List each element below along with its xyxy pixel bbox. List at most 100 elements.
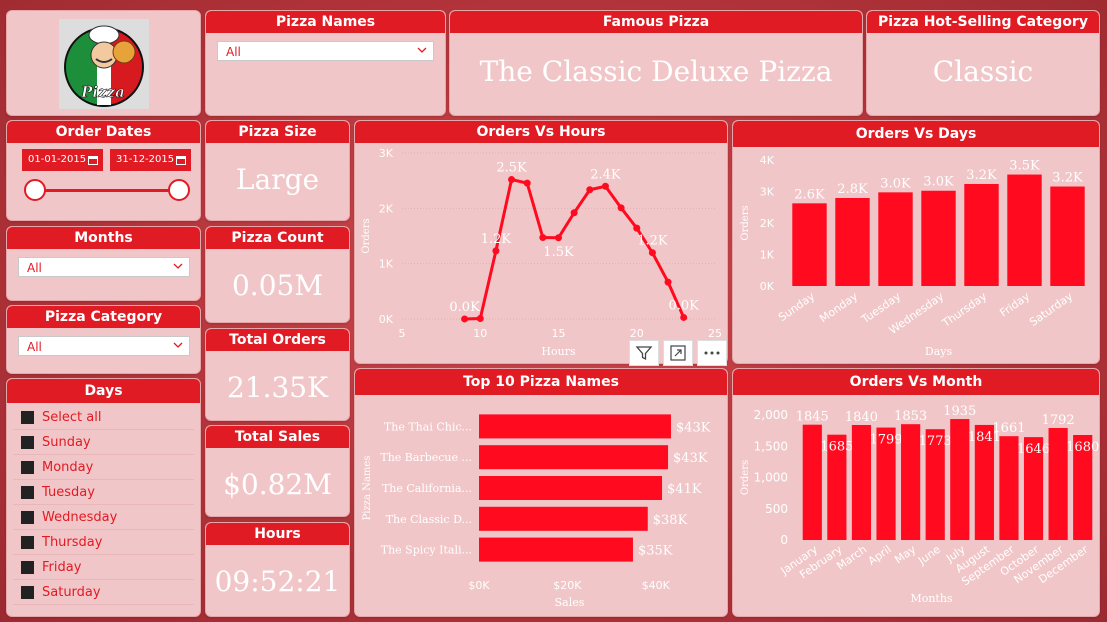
top-pizza-names-title: Top 10 Pizza Names: [355, 369, 727, 395]
data-point: [633, 224, 641, 232]
y-tick-label: 0K: [379, 313, 394, 326]
x-tick-label: May: [892, 543, 918, 567]
days-title: Days: [7, 379, 200, 403]
hot-category-title: Pizza Hot-Selling Category: [867, 11, 1099, 33]
data-point: [508, 176, 516, 184]
y-axis-title: Pizza Names: [362, 456, 373, 521]
data-point: [601, 182, 609, 190]
hours-card: Hours 09:52:21: [205, 522, 350, 617]
data-label: 1.2K: [637, 234, 668, 249]
filter-button[interactable]: [629, 340, 659, 366]
bar: [878, 192, 913, 286]
total-orders-title: Total Orders: [206, 329, 349, 351]
data-label: 1685: [820, 440, 853, 455]
x-tick-label: April: [866, 543, 894, 568]
data-label: 2.5K: [496, 161, 527, 176]
pizza-logo: Pizza: [59, 19, 149, 109]
bar: [479, 475, 663, 501]
data-label: 1661: [992, 421, 1025, 436]
date-range-start-handle[interactable]: [24, 179, 46, 201]
pizza-category-dropdown[interactable]: All: [18, 336, 190, 356]
end-date-input[interactable]: 31-12-2015: [110, 149, 191, 171]
x-tick-label: 10: [473, 327, 487, 340]
y-tick-label: 2K: [379, 202, 394, 215]
bar: [1050, 186, 1085, 286]
focus-mode-button[interactable]: [663, 340, 693, 366]
data-label: 1.5K: [543, 245, 574, 260]
bar: [835, 197, 870, 286]
pizza-count-value: 0.05M: [231, 269, 323, 302]
x-tick-label: Thursday: [939, 290, 990, 331]
x-tick-label: $40K: [642, 579, 671, 592]
days-option-saturday[interactable]: Saturday: [13, 580, 194, 605]
logo-text: Pizza: [80, 83, 125, 101]
x-tick-label: 25: [708, 327, 722, 340]
checkbox-icon: [21, 535, 34, 549]
data-label: 1845: [796, 410, 829, 425]
days-option-friday[interactable]: Friday: [13, 555, 194, 580]
data-point: [461, 315, 469, 323]
data-label: $43K: [676, 420, 711, 435]
order-dates-title: Order Dates: [7, 121, 200, 143]
data-point: [555, 234, 562, 242]
checkbox-icon: [21, 410, 34, 424]
total-sales-title: Total Sales: [206, 426, 349, 448]
months-dropdown[interactable]: All: [18, 257, 190, 277]
x-tick-label: $0K: [468, 579, 490, 592]
days-option-monday[interactable]: Monday: [13, 455, 194, 480]
more-options-icon: [704, 351, 720, 355]
days-option-wednesday[interactable]: Wednesday: [13, 505, 194, 530]
orders-vs-hours-chart: 0K 1K 2K 3K 5 10 15 20 25 Hours Orders 0.0K 1.2K 2.5K…: [361, 147, 722, 358]
y-tick-label: The Spicy Itali...: [381, 544, 472, 557]
pizza-count-title: Pizza Count: [206, 227, 349, 249]
checkbox-icon: [21, 585, 34, 599]
data-label: 1799: [869, 433, 902, 448]
days-option-thursday[interactable]: Thursday: [13, 530, 194, 555]
data-label: 3.0K: [880, 176, 911, 191]
bar: [964, 183, 999, 286]
y-tick-label: The Thai Chic...: [384, 420, 472, 433]
days-option-sunday[interactable]: Sunday: [13, 430, 194, 455]
bar: [921, 190, 956, 286]
date-range-end-handle[interactable]: [168, 179, 190, 201]
x-tick-label: Monday: [817, 290, 860, 326]
x-tick-label: June: [915, 543, 943, 568]
checkbox-icon: [21, 510, 34, 524]
y-tick-label: 2K: [760, 217, 775, 230]
months-title: Months: [7, 227, 200, 249]
days-option-label: Saturday: [42, 584, 101, 600]
days-option-label: Select all: [42, 409, 102, 425]
orders-vs-hours-card[interactable]: Orders Vs Hours 0K 1K 2K 3K 5 10 15 20 25 Hours Or…: [354, 120, 728, 364]
famous-pizza-title: Famous Pizza: [450, 11, 862, 33]
orders-vs-month-card[interactable]: Orders Vs Month 0 500 1,000 1,500 2,000 1845 J…: [732, 368, 1100, 617]
x-axis-title: Hours: [541, 345, 576, 358]
data-label: $41K: [667, 482, 702, 497]
pizza-category-title: Pizza Category: [7, 306, 200, 328]
start-date-value: 01-01-2015: [28, 154, 87, 165]
days-option-select-all[interactable]: Select all: [13, 405, 194, 430]
pizza-names-dropdown[interactable]: All: [217, 41, 434, 61]
x-axis-title: Days: [925, 345, 953, 358]
calendar-icon: [88, 156, 98, 165]
data-point: [586, 186, 594, 194]
bar: [792, 203, 827, 286]
data-label: 1646: [1017, 442, 1050, 457]
data-point: [680, 313, 688, 321]
start-date-input[interactable]: 01-01-2015: [22, 149, 103, 171]
bar: [1007, 174, 1042, 286]
top-pizza-names-card[interactable]: Top 10 Pizza Names The Thai Chic... $43K T…: [354, 368, 728, 617]
order-dates-slicer: Order Dates 01-01-2015 31-12-2015: [6, 120, 201, 221]
bar: [479, 414, 671, 439]
more-options-button[interactable]: [697, 340, 727, 366]
bar: [479, 506, 648, 531]
bar: [802, 424, 822, 540]
y-tick-label: 1K: [379, 258, 394, 271]
days-option-label: Thursday: [42, 534, 103, 550]
pizza-size-card: Pizza Size Large: [205, 120, 350, 221]
y-tick-label: 2,000: [754, 408, 788, 422]
hot-category-card: Pizza Hot-Selling Category Classic: [866, 10, 1100, 116]
days-option-tuesday[interactable]: Tuesday: [13, 480, 194, 505]
orders-vs-month-title: Orders Vs Month: [733, 369, 1099, 395]
orders-vs-days-card[interactable]: Orders Vs Days 0K 1K 2K 3K 4K 2.6K Sunday 2.8K M…: [732, 120, 1100, 364]
date-range-track: [35, 189, 180, 192]
